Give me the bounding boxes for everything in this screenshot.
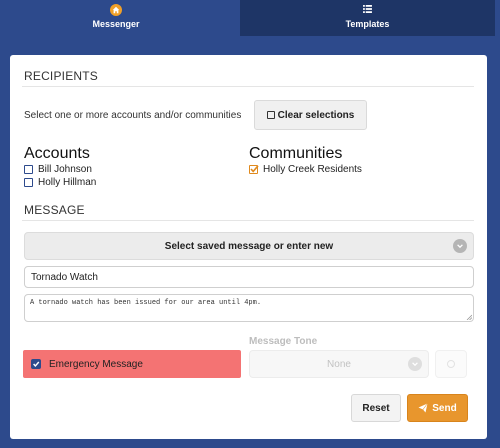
square-icon (266, 111, 275, 119)
recipients-divider (22, 86, 474, 87)
checkmark-icon (33, 361, 40, 367)
emergency-message-label: Emergency Message (49, 358, 143, 370)
message-tone-label: Message Tone (249, 336, 318, 347)
home-icon (110, 3, 122, 16)
account-label: Holly Hillman (38, 177, 97, 188)
account-checkbox[interactable] (24, 178, 33, 187)
community-checkbox[interactable] (249, 165, 259, 174)
recipients-heading: RECIPIENTS (24, 69, 99, 83)
saved-message-select-label: Select saved message or enter new (164, 240, 334, 252)
communities-heading: Communities (249, 145, 343, 162)
tab-messenger-label: Messenger (92, 19, 140, 29)
emergency-message-toggle[interactable]: Emergency Message (23, 350, 241, 378)
tone-preview-button[interactable] (435, 350, 467, 378)
account-label: Bill Johnson (38, 164, 92, 175)
tab-templates[interactable]: Templates (240, 0, 495, 36)
message-title-input[interactable]: Tornado Watch (24, 266, 474, 288)
messenger-panel: RECIPIENTS Select one or more accounts a… (10, 55, 487, 439)
message-heading: MESSAGE (24, 203, 85, 217)
recipients-helper-text: Select one or more accounts and/or commu… (24, 110, 242, 121)
tab-templates-label: Templates (345, 19, 390, 29)
checkmark-icon (250, 165, 259, 173)
clear-selections-label: Clear selections (277, 109, 355, 121)
emergency-checkbox[interactable] (31, 359, 41, 369)
accounts-heading: Accounts (24, 145, 90, 162)
saved-message-select[interactable]: Select saved message or enter new (24, 232, 474, 260)
account-option[interactable]: Bill Johnson (24, 164, 92, 175)
message-tone-select[interactable]: None (249, 350, 429, 378)
circle-icon (447, 360, 455, 368)
message-body-text: A tornado watch has been issued for our … (30, 299, 262, 307)
community-option[interactable]: Holly Creek Residents (249, 164, 362, 175)
reset-button[interactable]: Reset (351, 394, 401, 422)
clear-selections-button[interactable]: Clear selections (254, 100, 367, 130)
message-divider (22, 220, 474, 221)
chevron-down-icon (453, 239, 467, 253)
message-body-textarea[interactable]: A tornado watch has been issued for our … (24, 294, 474, 322)
account-option[interactable]: Holly Hillman (24, 177, 96, 188)
chevron-down-icon (408, 357, 422, 371)
paper-plane-icon (418, 403, 429, 413)
send-button[interactable]: Send (407, 394, 468, 422)
tab-bar: Messenger Templates (0, 0, 500, 36)
tab-messenger[interactable]: Messenger (0, 0, 232, 36)
community-label: Holly Creek Residents (263, 164, 362, 175)
list-icon (363, 4, 372, 15)
message-tone-value: None (327, 358, 351, 370)
account-checkbox[interactable] (24, 165, 33, 174)
send-label: Send (432, 402, 457, 414)
resize-grip-icon[interactable] (466, 314, 472, 320)
